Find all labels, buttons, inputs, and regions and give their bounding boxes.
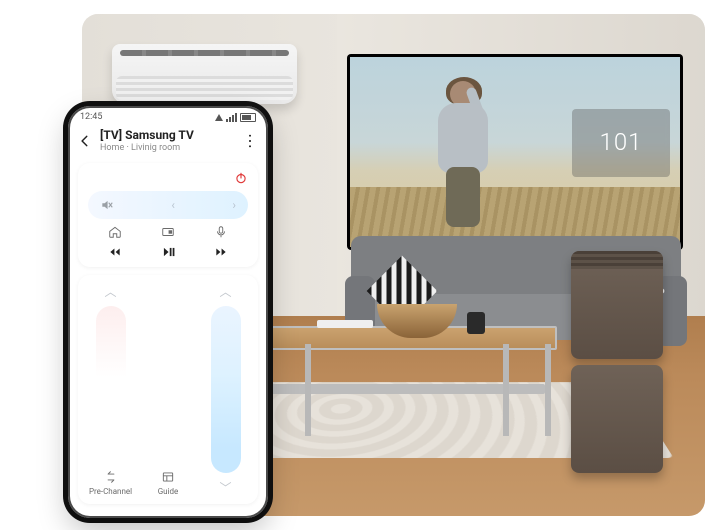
forward-icon [214, 245, 228, 259]
app-header: [TV] Samsung TV Home · Livinig room ⋯ [68, 124, 268, 159]
signal-icon [226, 113, 237, 122]
voice-button[interactable] [214, 225, 228, 239]
chevron-right-icon: › [232, 198, 236, 212]
home-button[interactable] [108, 225, 122, 239]
volume-column[interactable]: ︿ Pre-Channel [88, 283, 133, 496]
book [317, 320, 373, 328]
tv-osd-number: 101 [600, 128, 643, 156]
power-icon [234, 171, 248, 185]
header-subtitle: Home · Livinig room [100, 143, 234, 153]
chevron-left-icon: ‹ [171, 198, 175, 212]
channel-bar[interactable] [211, 306, 241, 473]
home-icon [108, 225, 122, 239]
guide-icon [161, 470, 175, 484]
phone: 12:45 [TV] Samsung TV Home · Livinig roo… [68, 106, 268, 518]
tv-frame: 101 [347, 54, 683, 250]
voice-icon [214, 225, 228, 239]
tv-screen: 101 [350, 57, 680, 247]
mute-icon [100, 198, 114, 212]
chevron-down-icon: ﹀ [219, 479, 231, 496]
mug [467, 312, 485, 334]
volume-pill[interactable]: ‹ › [88, 191, 248, 219]
coffee-table [257, 326, 557, 436]
play-pause-button[interactable] [161, 245, 175, 259]
status-icons [215, 113, 256, 122]
tv-person [428, 81, 498, 231]
rewind-icon [108, 245, 122, 259]
chevron-left-icon [78, 134, 92, 148]
guide-label[interactable]: Guide [158, 487, 179, 496]
air-conditioner [112, 44, 297, 104]
volume-bar[interactable] [96, 306, 126, 436]
remote-control-card: ‹ › [78, 163, 258, 267]
pre-channel-icon [104, 470, 118, 484]
play-pause-icon [161, 245, 175, 259]
more-button[interactable]: ⋯ [242, 133, 258, 149]
chevron-up-icon: ︿ [219, 283, 231, 300]
channel-card: ︿ Pre-Channel Guide [78, 275, 258, 504]
source-button[interactable] [161, 225, 175, 239]
pre-channel-label[interactable]: Pre-Channel [89, 487, 132, 496]
status-bar: 12:45 [68, 106, 268, 124]
forward-button[interactable] [214, 245, 228, 259]
rewind-button[interactable] [108, 245, 122, 259]
header-title: [TV] Samsung TV [100, 128, 234, 142]
tv-osd-overlay: 101 [572, 109, 670, 177]
channel-column[interactable]: ︿ ﹀ [203, 283, 248, 496]
battery-icon [240, 113, 256, 122]
status-time: 12:45 [80, 112, 102, 122]
scene: 101 12:45 [0, 0, 720, 530]
wifi-icon [215, 114, 223, 121]
power-button[interactable] [234, 171, 248, 185]
back-button[interactable] [78, 134, 92, 148]
chevron-up-icon: ︿ [104, 283, 116, 300]
air-purifier [571, 251, 663, 476]
source-icon [161, 225, 175, 239]
bottom-tabs: 4D-Pad CH 123 Options [68, 508, 268, 518]
